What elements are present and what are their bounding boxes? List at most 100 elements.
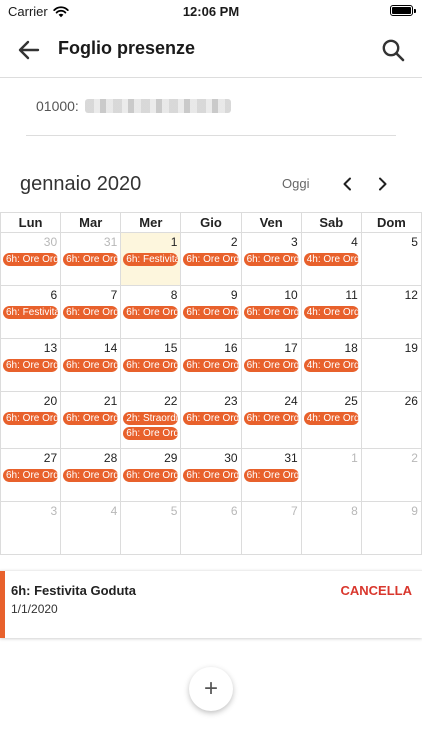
day-events: 6h: Ore Ordinarie [3,469,59,484]
calendar-day-cell[interactable]: 21 6h: Ore Ordinarie [61,392,122,449]
event-chip[interactable]: 6h: Ore Ordinarie [123,427,179,440]
event-chip[interactable]: 6h: Ore Ordinarie [123,469,179,482]
event-chip[interactable]: 6h: Ore Ordinarie [183,359,239,372]
next-month-button[interactable] [372,173,394,195]
day-events: 6h: Ore Ordinarie [243,469,299,484]
calendar-day-cell[interactable]: 14 6h: Ore Ordinarie [61,339,122,392]
day-events: 4h: Ore Ordinarie [303,306,359,321]
calendar-day-cell[interactable]: 4 4h: Ore Ordinarie [301,233,362,286]
timesheet-content: 01000: gennaio 2020 Oggi Lun Mar Mer Gio… [0,78,422,750]
day-number: 12 [404,288,418,302]
event-chip[interactable]: 6h: Festivita Goduta [3,306,59,319]
search-button[interactable] [378,35,408,65]
calendar-day-cell[interactable]: 10 6h: Ore Ordinarie [241,286,302,339]
day-number: 15 [164,341,178,355]
event-chip[interactable]: 6h: Ore Ordinarie [243,412,299,425]
calendar-day-cell[interactable]: 13 6h: Ore Ordinarie [1,339,62,392]
day-number: 13 [43,341,58,355]
event-chip[interactable]: 6h: Ore Ordinarie [183,469,239,482]
previous-month-button[interactable] [336,173,358,195]
calendar-day-cell[interactable]: 7 6h: Ore Ordinarie [61,286,122,339]
day-events: 6h: Ore Ordinarie [63,253,119,268]
calendar-day-cell[interactable]: 9 6h: Ore Ordinarie [181,286,242,339]
calendar-day-cell[interactable]: 17 6h: Ore Ordinarie [241,339,302,392]
calendar-day-cell[interactable]: 28 6h: Ore Ordinarie [61,449,122,502]
calendar-day-cell[interactable]: 2 [361,449,422,502]
event-chip[interactable]: 6h: Ore Ordinarie [183,412,239,425]
calendar-day-cell[interactable]: 16 6h: Ore Ordinarie [181,339,242,392]
day-number: 3 [291,235,298,249]
selected-event-card[interactable]: 6h: Festivita Goduta 1/1/2020 CANCELLA [0,570,422,638]
calendar-day-cell[interactable]: 3 6h: Ore Ordinarie [241,233,302,286]
event-chip[interactable]: 2h: Straordinario [123,412,179,425]
day-number: 16 [224,341,238,355]
cancel-event-button[interactable]: CANCELLA [341,583,413,598]
day-number: 4 [351,235,358,249]
event-chip[interactable]: 6h: Ore Ordinarie [63,306,119,319]
calendar-day-cell[interactable]: 4 [61,502,122,555]
calendar-day-cell[interactable]: 8 [301,502,362,555]
calendar-day-cell[interactable]: 20 6h: Ore Ordinarie [1,392,62,449]
event-chip[interactable]: 6h: Ore Ordinarie [243,469,299,482]
calendar-day-cell[interactable]: 5 [361,233,422,286]
day-number: 20 [43,394,58,408]
calendar-day-cell[interactable]: 7 [241,502,302,555]
add-event-button[interactable]: + [189,667,233,711]
event-chip[interactable]: 6h: Ore Ordinarie [123,359,179,372]
event-chip[interactable]: 6h: Ore Ordinarie [3,253,59,266]
calendar-day-cell[interactable]: 23 6h: Ore Ordinarie [181,392,242,449]
calendar-day-cell[interactable]: 5 [121,502,182,555]
calendar-day-cell[interactable]: 30 6h: Ore Ordinarie [1,233,62,286]
calendar-day-cell[interactable]: 30 6h: Ore Ordinarie [181,449,242,502]
event-chip[interactable]: 6h: Ore Ordinarie [183,253,239,266]
calendar-day-cell[interactable]: 27 6h: Ore Ordinarie [1,449,62,502]
calendar-day-cell[interactable]: 31 6h: Ore Ordinarie [241,449,302,502]
event-chip[interactable]: 6h: Ore Ordinarie [63,359,119,372]
calendar-day-cell-today[interactable]: 1 6h: Festivita Goduta [121,233,182,286]
calendar-day-cell[interactable]: 9 [361,502,422,555]
today-button[interactable]: Oggi [282,176,309,191]
calendar-day-cell[interactable]: 11 4h: Ore Ordinarie [301,286,362,339]
event-chip[interactable]: 6h: Ore Ordinarie [3,412,59,425]
calendar-day-cell[interactable]: 26 [361,392,422,449]
event-chip[interactable]: 6h: Festivita Goduta [123,253,179,266]
employee-row[interactable]: 01000: [36,98,231,114]
event-chip[interactable]: 6h: Ore Ordinarie [3,359,59,372]
event-chip[interactable]: 6h: Ore Ordinarie [183,306,239,319]
event-chip[interactable]: 6h: Ore Ordinarie [63,469,119,482]
day-events: 6h: Ore Ordinarie [243,253,299,268]
calendar-day-cell[interactable]: 15 6h: Ore Ordinarie [121,339,182,392]
selected-event-date: 1/1/2020 [11,602,58,616]
back-button[interactable] [14,35,44,65]
event-chip[interactable]: 6h: Ore Ordinarie [63,412,119,425]
event-chip[interactable]: 6h: Ore Ordinarie [243,253,299,266]
event-chip[interactable]: 6h: Ore Ordinarie [123,306,179,319]
day-events: 6h: Ore Ordinarie [63,412,119,427]
calendar-day-cell[interactable]: 3 [1,502,62,555]
event-chip[interactable]: 4h: Ore Ordinarie [303,253,359,266]
event-chip[interactable]: 4h: Ore Ordinarie [303,412,359,425]
calendar-day-cell[interactable]: 6 6h: Festivita Goduta [1,286,62,339]
calendar-day-cell[interactable]: 29 6h: Ore Ordinarie [121,449,182,502]
calendar-day-cell[interactable]: 6 [181,502,242,555]
event-chip[interactable]: 6h: Ore Ordinarie [3,469,59,482]
event-chip[interactable]: 6h: Ore Ordinarie [243,306,299,319]
calendar-day-cell[interactable]: 19 [361,339,422,392]
calendar-day-cell[interactable]: 8 6h: Ore Ordinarie [121,286,182,339]
calendar-day-cell[interactable]: 25 4h: Ore Ordinarie [301,392,362,449]
day-number: 3 [50,504,58,518]
calendar-week-row: 206h: Ore Ordinarie216h: Ore Ordinarie22… [1,392,422,449]
event-chip[interactable]: 4h: Ore Ordinarie [303,359,359,372]
day-events: 4h: Ore Ordinarie [303,359,359,374]
event-chip[interactable]: 6h: Ore Ordinarie [243,359,299,372]
calendar-day-cell[interactable]: 18 4h: Ore Ordinarie [301,339,362,392]
calendar-day-cell[interactable]: 2 6h: Ore Ordinarie [181,233,242,286]
calendar-day-cell[interactable]: 22 2h: Straordinario 6h: Ore Ordinarie [121,392,182,449]
event-chip[interactable]: 4h: Ore Ordinarie [303,306,359,319]
calendar-day-cell[interactable]: 31 6h: Ore Ordinarie [61,233,122,286]
calendar-day-cell[interactable]: 12 [361,286,422,339]
event-chip[interactable]: 6h: Ore Ordinarie [63,253,119,266]
calendar-day-cell[interactable]: 24 6h: Ore Ordinarie [241,392,302,449]
day-events: 6h: Ore Ordinarie [183,253,239,268]
calendar-day-cell[interactable]: 1 [301,449,362,502]
